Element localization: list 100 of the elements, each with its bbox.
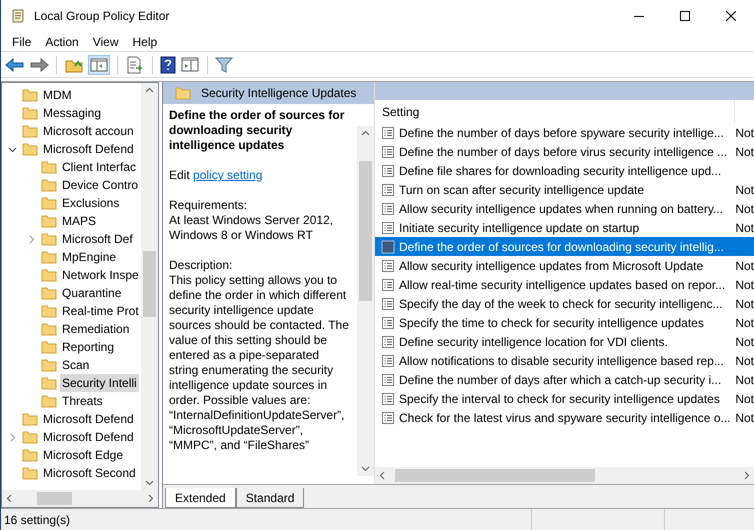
table-row[interactable]: Allow real-time security intelligence updates based on repor... Not — [375, 275, 754, 294]
table-row[interactable]: Allow security intelligence updates from Microsoft Update Not — [375, 256, 754, 275]
scroll-down-icon[interactable] — [145, 480, 154, 486]
table-row[interactable]: Allow notifications to disable security intelligence based rep... Not — [375, 351, 754, 370]
tree-item[interactable]: MDM — [41, 86, 74, 104]
tree-item[interactable]: Client Interfac — [60, 158, 138, 176]
setting-name: Define the number of days after which a catch-up security i... — [399, 372, 722, 388]
folder-icon — [41, 196, 57, 210]
scroll-thumb[interactable] — [359, 161, 372, 301]
scroll-thumb[interactable] — [143, 251, 156, 317]
tree-item[interactable]: MpEngine — [60, 248, 118, 266]
filter-icon[interactable] — [215, 56, 233, 74]
table-row[interactable]: Define the number of days after which a catch-up security i... Not — [375, 370, 754, 389]
menu-item[interactable]: File — [5, 32, 38, 50]
vertical-scrollbar[interactable] — [141, 83, 158, 490]
menu-item[interactable]: Help — [126, 32, 164, 50]
tree-item[interactable]: Microsoft Edge — [41, 446, 126, 464]
tree-item[interactable]: Real-time Prot — [60, 302, 141, 320]
folder-icon — [41, 322, 57, 336]
tree-item[interactable]: Microsoft Second — [41, 464, 138, 482]
setting-name: Define file shares for downloading security intelligence upd... — [399, 162, 722, 180]
tree-item[interactable]: Microsoft Defend — [41, 428, 136, 446]
folder-icon — [41, 160, 57, 174]
chevron-down-icon[interactable] — [8, 144, 17, 154]
export-list-icon[interactable] — [125, 56, 145, 74]
tree-item[interactable]: Microsoft Defend — [41, 140, 136, 158]
state-text: Not — [735, 410, 754, 426]
scroll-up-icon[interactable] — [361, 130, 370, 136]
vertical-scrollbar[interactable] — [357, 126, 374, 476]
setting-name: Allow real-time security intelligence updates based on repor... — [399, 276, 726, 294]
scroll-thumb[interactable] — [37, 492, 72, 505]
menu-item[interactable]: View — [86, 32, 126, 50]
forward-arrow-icon[interactable] — [29, 56, 49, 72]
panel-icon[interactable] — [180, 56, 200, 74]
scroll-left-icon[interactable] — [6, 494, 12, 503]
table-row[interactable]: Specify the interval to check for security intelligence updates Not — [375, 389, 754, 408]
folder-icon — [22, 412, 38, 426]
setting-name: Define the number of days before virus security intelligence ... — [399, 144, 728, 160]
console-tree-icon[interactable] — [88, 54, 110, 74]
folder-icon — [41, 232, 57, 246]
chevron-right-icon[interactable] — [8, 432, 17, 442]
tree-item[interactable]: MAPS — [60, 212, 98, 230]
tree-item[interactable]: Security Intelli — [60, 374, 139, 392]
table-row[interactable]: Define the number of days before virus security intelligence ... Not — [375, 142, 754, 161]
tree-item[interactable]: Scan — [60, 356, 92, 374]
tree-item[interactable]: Microsoft accoun — [41, 122, 136, 140]
tree-item[interactable]: Remediation — [60, 320, 132, 338]
tree-item[interactable]: Microsoft Def — [60, 230, 135, 248]
close-icon — [726, 11, 736, 21]
tree-item[interactable]: Quarantine — [60, 284, 124, 302]
document-icon — [381, 278, 395, 292]
document-icon — [381, 410, 395, 424]
table-row[interactable]: Allow security intelligence updates when running on battery... Not — [375, 199, 754, 218]
table-row[interactable]: Specify the time to check for security intelligence updates Not — [375, 313, 754, 332]
document-icon — [381, 316, 395, 330]
setting-name: Define the order of sources for downloading security intellig... — [399, 238, 725, 256]
policy-setting-link[interactable]: policy setting — [193, 168, 262, 182]
table-row[interactable]: Initiate security intelligence update on startup Not — [375, 218, 754, 237]
folder-icon — [41, 178, 57, 192]
table-row[interactable]: Check for the latest virus and spyware security intelligence o... Not — [375, 408, 754, 427]
scroll-right-icon[interactable] — [148, 494, 154, 503]
scroll-thumb[interactable] — [395, 469, 595, 482]
setting-name: Specify the interval to check for security intelligence updates — [399, 390, 721, 408]
requirements-label: Requirements: — [169, 198, 248, 213]
scroll-down-icon[interactable] — [361, 466, 370, 472]
tree-item[interactable]: Messaging — [41, 104, 104, 122]
scroll-up-icon[interactable] — [145, 87, 154, 93]
tree-item[interactable]: Network Inspe — [60, 266, 141, 284]
document-icon — [381, 202, 395, 216]
chevron-right-icon[interactable] — [27, 234, 36, 244]
column-header[interactable]: Setting — [382, 102, 420, 120]
document-icon — [381, 182, 395, 196]
menu-item[interactable]: Action — [38, 32, 86, 50]
table-row[interactable]: Define file shares for downloading security intelligence upd... — [375, 161, 754, 180]
window-title: Local Group Policy Editor — [34, 8, 170, 25]
tree-item[interactable]: Exclusions — [60, 194, 122, 212]
tree-item[interactable]: Threats — [60, 392, 105, 410]
horizontal-scrollbar[interactable] — [375, 467, 754, 484]
horizontal-scrollbar[interactable] — [2, 490, 158, 507]
folder-icon — [22, 124, 38, 138]
table-row[interactable]: Specify the day of the week to check for security intelligenc... Not — [375, 294, 754, 313]
state-text: Not — [735, 182, 754, 198]
scroll-left-icon[interactable] — [379, 471, 385, 480]
table-row[interactable]: Define the order of sources for downloading security intellig... — [375, 237, 754, 256]
document-icon — [381, 220, 395, 234]
scroll-right-icon[interactable] — [744, 471, 750, 480]
help-icon[interactable] — [160, 56, 176, 74]
tree-item[interactable]: Reporting — [60, 338, 116, 356]
tree-item[interactable]: Microsoft Defend — [41, 410, 136, 428]
state-text: Not — [735, 124, 754, 142]
view-tab[interactable]: Standard — [236, 488, 304, 508]
setting-name: Specify the time to check for security intelligence updates — [399, 314, 705, 332]
back-arrow-icon[interactable] — [5, 56, 25, 72]
tree-item[interactable]: Device Contro — [60, 176, 140, 194]
policy-title: Define the order of sources for downloading security intelligence updates — [169, 108, 346, 153]
table-row[interactable]: Turn on scan after security intelligence update Not — [375, 180, 754, 199]
view-tab[interactable]: Extended — [165, 488, 236, 508]
table-row[interactable]: Define the number of days before spyware security intellige... Not — [375, 123, 754, 142]
table-row[interactable]: Define security intelligence location for VDI clients. Not — [375, 332, 754, 351]
folder-icon — [41, 268, 57, 282]
